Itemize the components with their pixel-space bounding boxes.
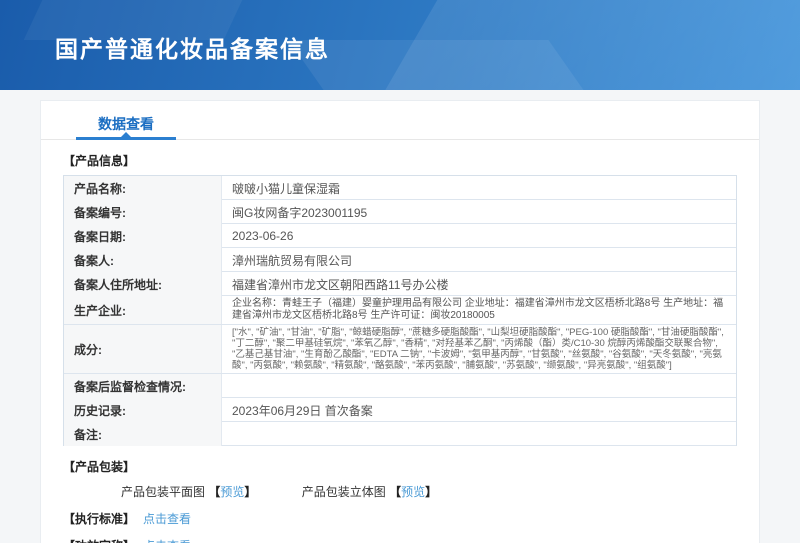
table-row-registrant: 备案人: 漳州瑞航贸易有限公司 [64,248,736,272]
main-area: 数据查看 【产品信息】 产品名称: 啵啵小猫儿童保湿霜 备案编号: 闽G妆网备字… [0,90,800,543]
packaging-flat-preview-link[interactable]: 预览 [220,485,244,499]
product-info-table: 产品名称: 啵啵小猫儿童保湿霜 备案编号: 闽G妆网备字2023001195 备… [63,175,737,446]
table-row-registrant-address: 备案人住所地址: 福建省漳州市龙文区朝阳西路11号办公楼 [64,272,736,296]
packaging-stereo-preview-link[interactable]: 预览 [401,485,425,499]
packaging-section-title: 【产品包装】 [63,458,737,475]
product-info-section-title: 【产品信息】 [63,152,737,169]
row-label: 备案人: [64,248,222,272]
row-value: 2023-06-26 [222,224,736,248]
table-row-supervision-check: 备案后监督检查情况: [64,374,736,398]
row-label: 历史记录: [64,398,222,422]
row-label: 备案人住所地址: [64,272,222,296]
row-label: 生产企业: [64,296,222,324]
row-label: 备案编号: [64,200,222,224]
row-value: ["水", "矿油", "甘油", "矿脂", "鲸蜡硬脂醇", "蔗糖多硬脂酸… [222,325,736,373]
table-row-manufacturer: 生产企业: 企业名称：青蛙王子（福建）婴童护理用品有限公司 企业地址：福建省漳州… [64,296,736,325]
standard-section-title: 【执行标准】 [63,512,135,526]
page-title: 国产普通化妆品备案信息 [55,30,330,64]
efficacy-section-title: 【功效宣称】 [63,539,135,543]
table-row-product-name: 产品名称: 啵啵小猫儿童保湿霜 [64,176,736,200]
tab-bar: 数据查看 [41,101,759,140]
row-label: 产品名称: [64,176,222,200]
row-value: 福建省漳州市龙文区朝阳西路11号办公楼 [222,272,736,296]
row-value: 2023年06月29日 首次备案 [222,398,736,422]
packaging-stereo-item: 产品包装立体图 【预览】 [302,483,437,500]
packaging-flat-item: 产品包装平面图 【预览】 [121,483,256,500]
row-value: 啵啵小猫儿童保湿霜 [222,176,736,200]
content-card: 数据查看 【产品信息】 产品名称: 啵啵小猫儿童保湿霜 备案编号: 闽G妆网备字… [40,100,760,543]
bracket-close: 】 [425,485,437,499]
row-value [222,374,736,398]
bracket-open: 【 [389,485,401,499]
row-label: 备案后监督检查情况: [64,374,222,398]
row-label: 成分: [64,325,222,373]
tab-active-underline [76,137,176,140]
packaging-stereo-label: 产品包装立体图 [302,485,386,499]
tab-data-view-label: 数据查看 [98,116,154,132]
efficacy-section: 【功效宣称】 点击查看 [63,537,737,543]
row-label: 备注: [64,422,222,446]
tab-caret-icon [121,132,131,137]
row-value: 漳州瑞航贸易有限公司 [222,248,736,272]
table-row-registration-date: 备案日期: 2023-06-26 [64,224,736,248]
table-row-remarks: 备注: [64,422,736,446]
efficacy-view-link[interactable]: 点击查看 [143,539,191,543]
table-row-ingredients: 成分: ["水", "矿油", "甘油", "矿脂", "鲸蜡硬脂醇", "蔗糖… [64,325,736,374]
table-row-registration-number: 备案编号: 闽G妆网备字2023001195 [64,200,736,224]
standard-view-link[interactable]: 点击查看 [143,512,191,526]
table-row-history: 历史记录: 2023年06月29日 首次备案 [64,398,736,422]
row-value: 闽G妆网备字2023001195 [222,200,736,224]
page-header: 国产普通化妆品备案信息 [0,0,800,90]
bracket-close: 】 [244,485,256,499]
packaging-row: 产品包装平面图 【预览】 产品包装立体图 【预览】 [121,483,737,500]
row-label: 备案日期: [64,224,222,248]
bracket-open: 【 [208,485,220,499]
packaging-flat-label: 产品包装平面图 [121,485,205,499]
standard-section: 【执行标准】点击查看 [63,510,737,527]
tab-data-view[interactable]: 数据查看 [76,101,176,139]
row-value: 企业名称：青蛙王子（福建）婴童护理用品有限公司 企业地址：福建省漳州市龙文区梧桥… [222,296,736,324]
row-value [222,422,736,446]
